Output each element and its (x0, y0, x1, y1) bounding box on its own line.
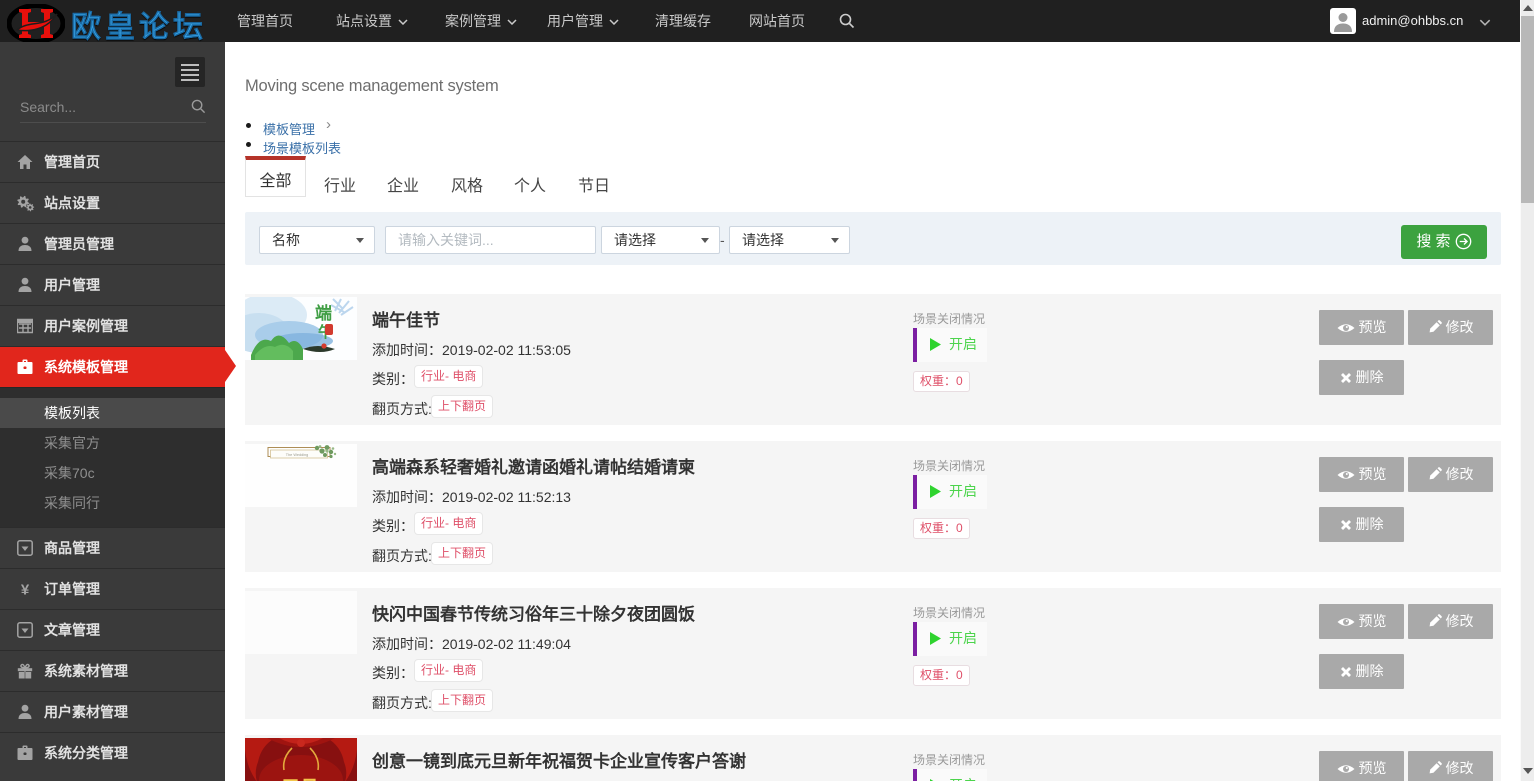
svg-text:端: 端 (315, 303, 332, 323)
svg-text:¥: ¥ (21, 582, 30, 598)
svg-text:The Wedding: The Wedding (286, 453, 309, 457)
